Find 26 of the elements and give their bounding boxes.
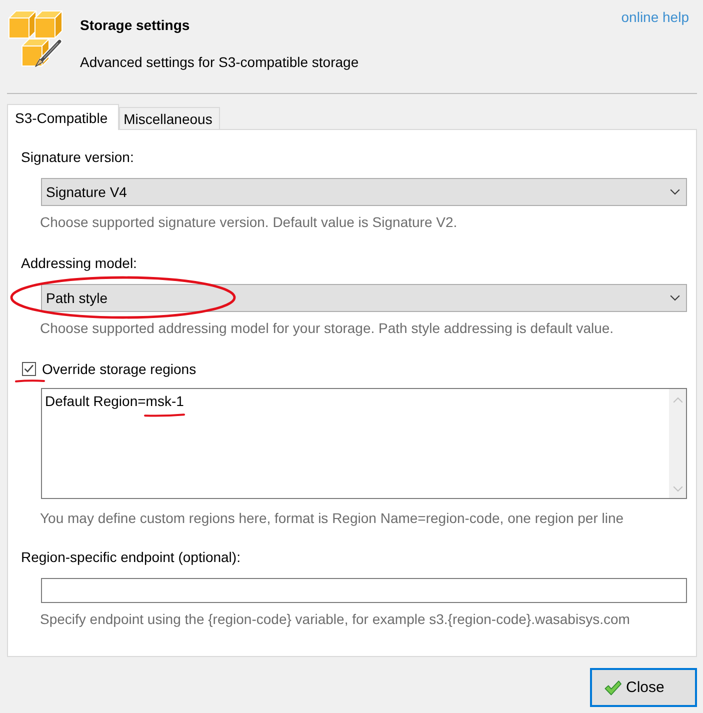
field-label: Addressing model: bbox=[21, 254, 138, 272]
tab[interactable]: Miscellaneous bbox=[118, 107, 220, 129]
chevron-down-icon[interactable] bbox=[672, 486, 682, 492]
tab[interactable]: S3-Compatible bbox=[7, 104, 119, 130]
checkbox-label: Override storage regions bbox=[42, 360, 196, 378]
hint-text: You may define custom regions here, format is Region Name=region-code, one region per line bbox=[40, 510, 625, 526]
chevron-down-icon bbox=[670, 295, 680, 301]
dialog-subtitle: Advanced settings for S3-compatible storage bbox=[80, 53, 359, 71]
scrollbar[interactable] bbox=[669, 389, 686, 498]
chevron-up-icon[interactable] bbox=[672, 397, 682, 403]
dropdown[interactable]: Signature V4 bbox=[41, 178, 687, 206]
field-label: Signature version: bbox=[21, 148, 135, 166]
dialog-title: Storage settings bbox=[80, 16, 190, 34]
text-input[interactable] bbox=[41, 578, 687, 603]
checkbox[interactable] bbox=[22, 362, 36, 376]
field-label: Region-specific endpoint (optional): bbox=[21, 548, 242, 566]
hint-text: Choose supported signature version. Default value is Signature V2. bbox=[40, 214, 458, 230]
close-button[interactable]: Close bbox=[590, 668, 697, 707]
hint-text: Specify endpoint using the {region-code} variable, for example s3.{region-code}.wasabisys.com bbox=[40, 611, 631, 627]
text-area-value: Default Region=msk-1 bbox=[45, 392, 184, 410]
dropdown[interactable]: Path style bbox=[41, 284, 687, 312]
hint-text: Choose supported addressing model for your storage. Path style addressing is default value. bbox=[40, 320, 615, 336]
text-area[interactable]: Default Region=msk-1 bbox=[41, 388, 687, 499]
chevron-down-icon bbox=[670, 189, 680, 195]
check-icon bbox=[604, 680, 622, 696]
boxes-pencil-icon bbox=[8, 10, 64, 68]
